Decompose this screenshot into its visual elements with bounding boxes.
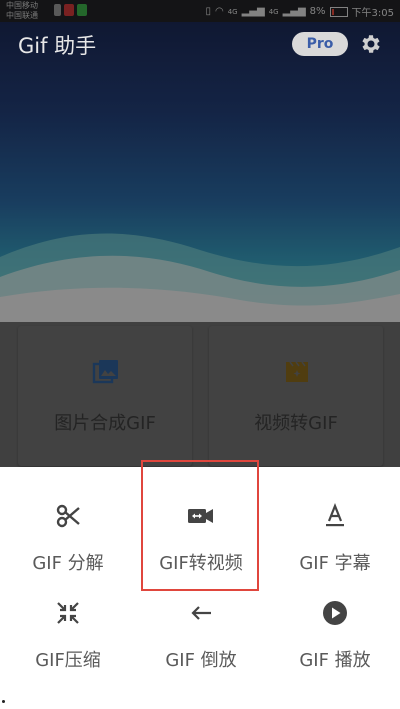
carrier-info: 中国移动 中国联通 xyxy=(6,1,38,21)
card-video-to-gif[interactable]: 视频转GIF xyxy=(209,326,383,466)
compress-icon xyxy=(57,602,79,624)
selection-highlight xyxy=(141,460,259,591)
pro-button[interactable]: Pro xyxy=(292,32,348,56)
clock: 下午3:05 xyxy=(351,8,394,19)
vibrate-icon: ▯ xyxy=(205,6,211,17)
tool-gif-reverse[interactable]: GIF 倒放 xyxy=(136,598,266,672)
shield-notification-icon xyxy=(54,4,61,16)
status-bar: 中国移动 中国联通 ▯ ◠ 4G ▂▄▆ 4G ▂▄▆ 8% 下午3:05 xyxy=(0,0,400,22)
settings-button[interactable] xyxy=(359,32,383,56)
message-notification-icon xyxy=(77,4,87,16)
notification-icons xyxy=(54,4,87,16)
app-title: Gif 助手 xyxy=(18,34,97,58)
card-images-to-gif[interactable]: 图片合成GIF xyxy=(18,326,192,466)
carrier-label-2: 中国联通 xyxy=(6,11,38,20)
arrow-left-icon xyxy=(191,606,211,620)
tool-label: GIF 字幕 xyxy=(299,553,371,574)
tool-gif-play[interactable]: GIF 播放 xyxy=(270,598,400,672)
signal-icon-1: ▂▄▆ xyxy=(241,6,265,17)
network-type-2: 4G xyxy=(268,7,279,16)
card-label: 图片合成GIF xyxy=(54,413,156,434)
battery-icon xyxy=(329,6,348,17)
signal-icon-2: ▂▄▆ xyxy=(282,6,306,17)
status-right: ▯ ◠ 4G ▂▄▆ 4G ▂▄▆ 8% 下午3:05 xyxy=(205,4,394,19)
wifi-icon: ◠ xyxy=(214,6,224,17)
gear-icon xyxy=(362,35,380,53)
tool-label: GIF 倒放 xyxy=(165,650,237,671)
scissors-icon xyxy=(56,504,80,528)
network-type-1: 4G xyxy=(227,7,238,16)
touch-indicator xyxy=(2,700,5,703)
hero-banner xyxy=(0,22,400,322)
tool-label: GIF压缩 xyxy=(35,650,101,671)
text-format-icon xyxy=(326,503,344,527)
card-label: 视频转GIF xyxy=(254,413,338,434)
wave-decoration xyxy=(0,233,400,322)
movie-icon xyxy=(286,361,308,382)
app-notification-icon xyxy=(64,4,74,16)
tool-label: GIF 播放 xyxy=(299,650,371,671)
carrier-label-1: 中国移动 xyxy=(6,1,38,10)
battery-percent: 8% xyxy=(309,6,326,17)
tool-gif-compress[interactable]: GIF压缩 xyxy=(3,598,133,672)
image-icon xyxy=(92,360,118,384)
play-circle-icon xyxy=(323,601,347,625)
tool-gif-subtitle[interactable]: GIF 字幕 xyxy=(270,501,400,575)
tool-gif-split[interactable]: GIF 分解 xyxy=(3,501,133,575)
tool-label: GIF 分解 xyxy=(32,553,104,574)
